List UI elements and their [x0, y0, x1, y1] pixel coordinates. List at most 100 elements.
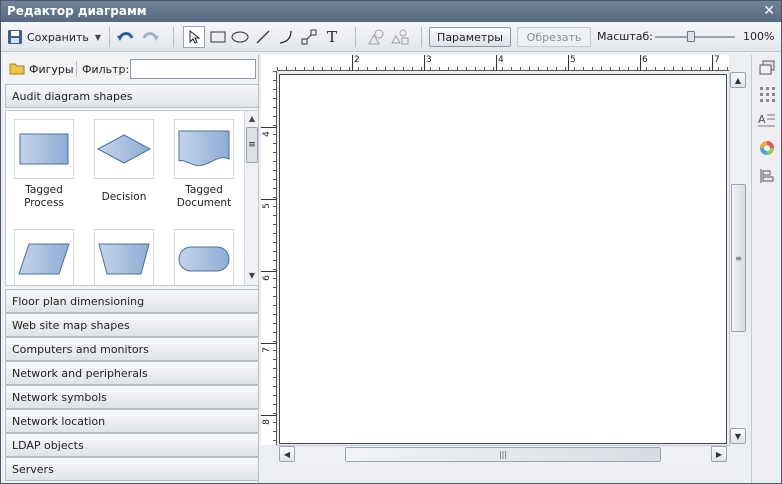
ruler-number: 7: [261, 347, 272, 353]
curve-icon[interactable]: [275, 26, 297, 48]
line-icon[interactable]: [252, 26, 274, 48]
shapes-label[interactable]: Фигуры: [29, 63, 74, 76]
ruler-tick: [511, 67, 512, 70]
save-label: Сохранить: [27, 30, 89, 44]
ruler-tick: [273, 260, 276, 261]
ruler-major-tick: [261, 343, 277, 344]
shape-gallery-scrollbar[interactable]: ▲ ≡ ▼: [244, 111, 258, 285]
shape-tile[interactable]: [14, 229, 74, 285]
category-item[interactable]: Network symbols: [5, 385, 259, 409]
ruler-tick: [273, 170, 276, 171]
folder-icon[interactable]: [9, 61, 25, 78]
right-toolbar: A: [751, 55, 781, 483]
left-ruler: 4 5 6 7 8: [261, 71, 277, 445]
rectangle-icon[interactable]: [207, 26, 229, 48]
text-icon[interactable]: T: [321, 26, 343, 48]
shape-tile[interactable]: [94, 229, 154, 285]
pointer-icon[interactable]: [183, 26, 205, 48]
scrollbar-thumb[interactable]: ≡: [246, 127, 258, 163]
category-item[interactable]: LDAP objects: [5, 433, 259, 457]
ruler-number: 3: [426, 55, 432, 65]
ruler-tick: [273, 116, 276, 117]
svg-text:A: A: [758, 113, 766, 126]
toolbar-separator: [109, 27, 110, 47]
ruler-tick: [691, 67, 692, 70]
category-item[interactable]: Floor plan dimensioning: [5, 289, 259, 313]
ruler-tick: [673, 67, 674, 70]
ruler-major-tick: [568, 55, 569, 71]
toolbar-separator: [173, 27, 174, 47]
ruler-major-tick: [496, 55, 497, 71]
ungroup-icon[interactable]: [389, 26, 411, 48]
crop-button[interactable]: Обрезать: [517, 27, 591, 47]
ruler-tick: [394, 67, 395, 70]
filter-input[interactable]: [130, 59, 256, 79]
ruler-tick: [273, 314, 276, 315]
params-button[interactable]: Параметры: [429, 27, 511, 47]
zoom-slider-track[interactable]: [655, 36, 735, 38]
scroll-left-icon[interactable]: ◀: [279, 446, 295, 462]
ruler-major-tick: [424, 55, 425, 71]
trapezoid-shape: [98, 243, 150, 275]
canvas-vertical-scrollbar[interactable]: ▲ ≡ ▼: [729, 72, 747, 447]
diagram-page[interactable]: [279, 74, 727, 444]
category-item[interactable]: Servers: [5, 457, 259, 481]
ruler-tick: [273, 89, 276, 90]
category-item[interactable]: Web site map shapes: [5, 313, 259, 337]
category-audit-diagram-shapes[interactable]: Audit diagram shapes: [5, 84, 259, 108]
ruler-number: 5: [570, 55, 576, 65]
shape-tile[interactable]: [174, 229, 234, 285]
ruler-major-tick: [261, 271, 277, 272]
grid-icon[interactable]: [758, 85, 776, 103]
tagged-process-shape: [19, 133, 69, 165]
parallelogram-shape: [18, 243, 70, 275]
ruler-tick: [277, 67, 278, 70]
scroll-up-icon[interactable]: ▲: [247, 114, 257, 124]
ruler-tick: [304, 67, 305, 70]
ruler-tick: [637, 67, 638, 70]
ruler-tick: [358, 67, 359, 70]
shape-tile[interactable]: [174, 119, 234, 179]
ruler-tick: [273, 206, 276, 207]
save-dropdown-icon[interactable]: ▼: [95, 33, 101, 42]
ruler-tick: [273, 98, 276, 99]
category-item[interactable]: Computers and monitors: [5, 337, 259, 361]
layers-icon[interactable]: [758, 59, 776, 77]
ruler-tick: [340, 67, 341, 70]
category-item[interactable]: Network and peripherals: [5, 361, 259, 385]
scroll-right-icon[interactable]: ▶: [711, 446, 727, 462]
color-wheel-icon[interactable]: [758, 139, 776, 157]
shape-tile[interactable]: [14, 119, 74, 179]
ellipse-icon[interactable]: [229, 26, 251, 48]
undo-icon[interactable]: [115, 26, 137, 48]
ruler-tick: [273, 440, 276, 441]
scroll-down-icon[interactable]: ▼: [730, 428, 746, 444]
horizontal-scroll-thumb[interactable]: |||: [345, 447, 661, 462]
ruler-tick: [273, 359, 276, 360]
title-bar: Редактор диаграмм ✕: [1, 1, 781, 22]
close-icon[interactable]: ✕: [763, 3, 775, 19]
redo-icon[interactable]: [139, 26, 161, 48]
zoom-slider-thumb[interactable]: [687, 31, 695, 42]
scroll-down-icon[interactable]: ▼: [247, 271, 257, 281]
category-item[interactable]: Network location: [5, 409, 259, 433]
align-icon[interactable]: [758, 167, 776, 185]
connector-icon[interactable]: [298, 26, 320, 48]
vertical-scroll-thumb[interactable]: ≡: [731, 184, 746, 332]
ruler-tick: [484, 67, 485, 70]
terminator-shape: [178, 246, 230, 272]
save-button[interactable]: Сохранить ▼: [7, 26, 105, 48]
ruler-tick: [273, 197, 276, 198]
ruler-tick: [574, 67, 575, 70]
toolbar-separator: [355, 27, 356, 47]
scroll-up-icon[interactable]: ▲: [730, 72, 746, 88]
ruler-tick: [466, 67, 467, 70]
ruler-tick: [273, 296, 276, 297]
text-format-icon[interactable]: A: [758, 111, 776, 129]
canvas-horizontal-scrollbar[interactable]: ◀ ||| ▶: [277, 445, 729, 463]
ruler-number: 5: [261, 203, 272, 209]
shape-tile[interactable]: [94, 119, 154, 179]
ruler-tick: [682, 67, 683, 70]
ruler-tick: [273, 152, 276, 153]
group-icon[interactable]: [365, 26, 387, 48]
